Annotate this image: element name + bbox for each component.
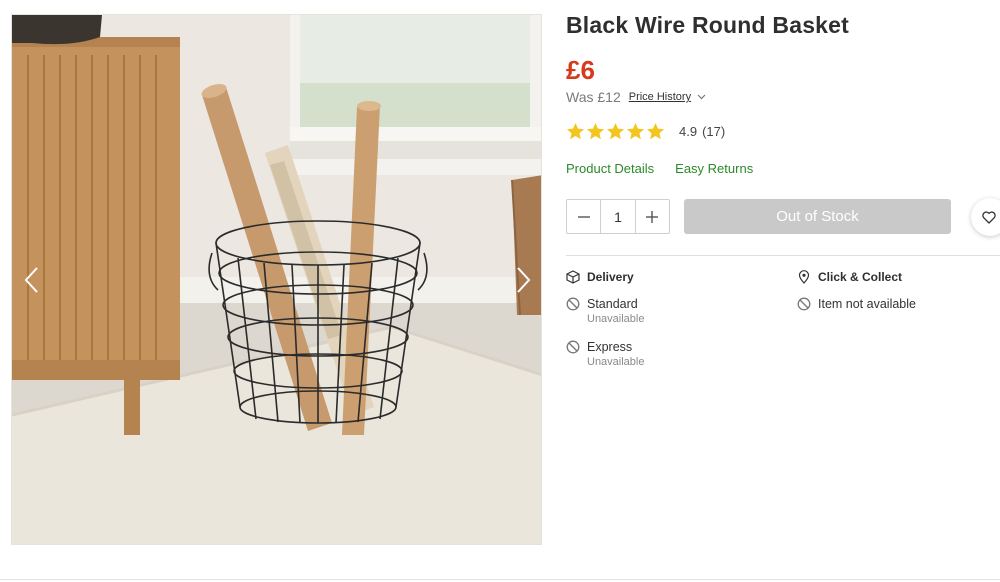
chevron-left-icon xyxy=(24,267,38,293)
plus-icon xyxy=(646,210,659,223)
gallery-prev-button[interactable] xyxy=(16,260,46,300)
delivery-option-name: Standard xyxy=(587,297,638,311)
was-price-row: Was £12 Price History xyxy=(566,89,706,105)
was-price: Was £12 xyxy=(566,89,621,105)
wishlist-button[interactable] xyxy=(971,198,1000,236)
product-image-gallery xyxy=(11,14,542,545)
click-collect-status: Item not available xyxy=(797,297,916,311)
click-collect-heading: Click & Collect xyxy=(797,270,902,284)
unavailable-icon xyxy=(566,297,580,311)
product-photo xyxy=(12,15,541,544)
product-title: Black Wire Round Basket xyxy=(566,12,850,38)
product-details-link[interactable]: Product Details xyxy=(566,161,654,176)
click-collect-status-label: Item not available xyxy=(818,297,916,311)
delivery-option-name: Express xyxy=(587,340,633,354)
increase-quantity-button[interactable] xyxy=(636,200,669,233)
delivery-option-status: Unavailable xyxy=(587,313,645,325)
delivery-heading: Delivery xyxy=(566,270,634,284)
delivery-option-status: Unavailable xyxy=(587,356,645,368)
box-icon xyxy=(566,270,580,284)
heart-icon xyxy=(982,210,996,224)
price-history-link[interactable]: Price History xyxy=(629,91,691,103)
star-icon xyxy=(626,122,645,140)
star-icon xyxy=(606,122,625,140)
quantity-input[interactable]: 1 xyxy=(600,200,636,233)
star-icon xyxy=(586,122,605,140)
delivery-option-standard: Standard Unavailable xyxy=(566,297,644,325)
current-price: £6 xyxy=(566,55,595,85)
location-pin-icon xyxy=(798,270,810,284)
out-of-stock-button[interactable]: Out of Stock xyxy=(684,199,951,234)
review-count[interactable]: (17) xyxy=(702,124,725,139)
star-icon xyxy=(646,122,665,140)
unavailable-icon xyxy=(797,297,811,311)
minus-icon xyxy=(577,215,590,218)
easy-returns-link[interactable]: Easy Returns xyxy=(675,161,753,176)
divider xyxy=(0,579,1000,580)
product-links: Product Details Easy Returns xyxy=(566,161,753,176)
chevron-right-icon xyxy=(517,267,531,293)
star-rating xyxy=(566,122,665,141)
delivery-heading-label: Delivery xyxy=(587,270,634,284)
chevron-down-icon[interactable] xyxy=(697,94,706,100)
divider xyxy=(566,255,1000,256)
rating-value: 4.9 xyxy=(679,124,698,139)
unavailable-icon xyxy=(566,340,580,354)
quantity-stepper: 1 xyxy=(566,199,670,234)
click-collect-heading-label: Click & Collect xyxy=(818,270,903,284)
decrease-quantity-button[interactable] xyxy=(567,200,600,233)
gallery-next-button[interactable] xyxy=(509,260,539,300)
rating-summary[interactable]: 4.9 (17) xyxy=(566,122,725,141)
star-icon xyxy=(566,122,585,140)
delivery-option-express: Express Unavailable xyxy=(566,340,644,368)
